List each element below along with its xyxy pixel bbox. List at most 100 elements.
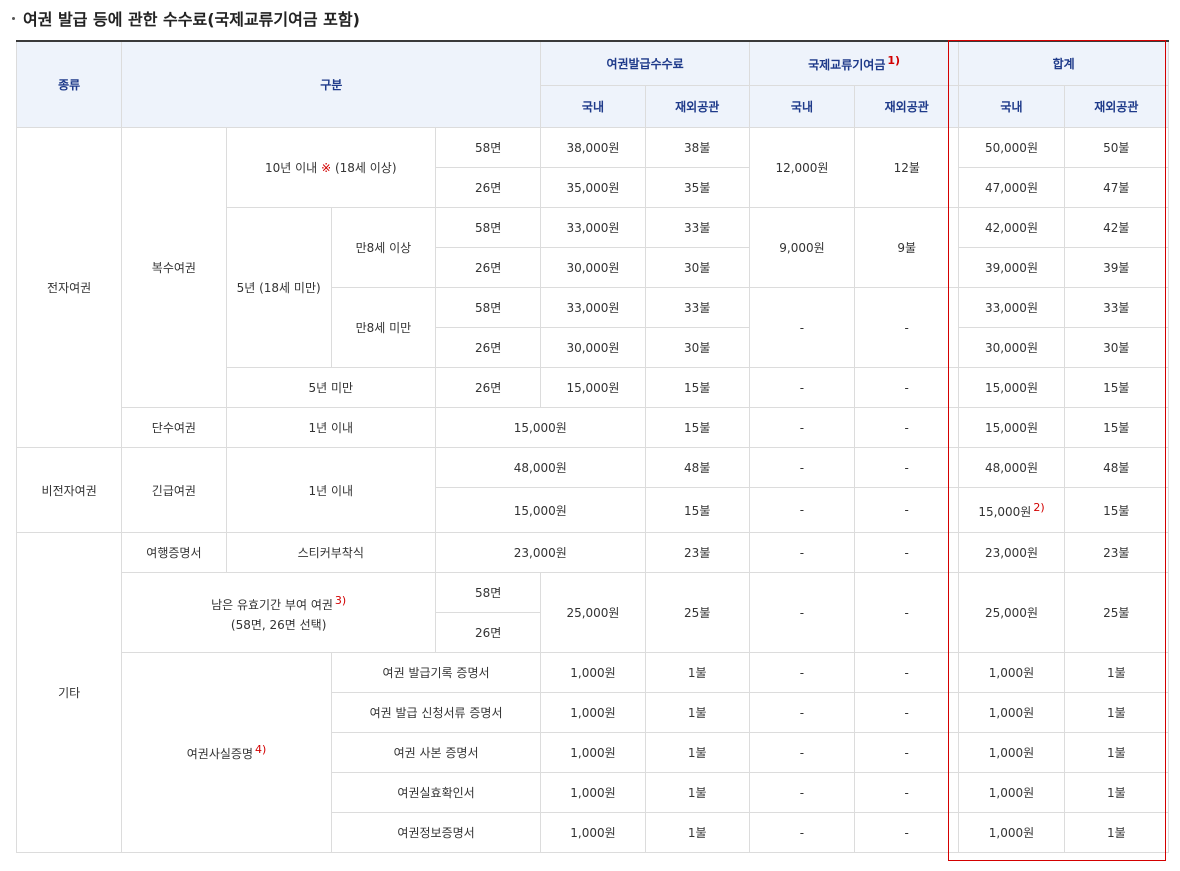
con-domestic: - bbox=[748, 732, 856, 773]
header-tot-domestic: 국내 bbox=[958, 85, 1065, 128]
fee-overseas: 15불 bbox=[644, 487, 750, 533]
fee-overseas: 33불 bbox=[644, 287, 750, 328]
group-over8: 만8세 이상 bbox=[330, 207, 437, 288]
fee-domestic: 38,000원 bbox=[540, 127, 646, 168]
tot-overseas: 23불 bbox=[1063, 532, 1170, 573]
tot-domestic: 15,000원 bbox=[958, 367, 1065, 408]
tot-overseas: 48불 bbox=[1063, 447, 1170, 488]
con-domestic: - bbox=[748, 772, 856, 813]
tot-domestic: 1,000원 bbox=[958, 652, 1065, 693]
fee-domestic: 1,000원 bbox=[540, 812, 646, 853]
con-overseas: - bbox=[854, 532, 960, 573]
group-travel-cert: 여행증명서 bbox=[121, 532, 227, 573]
page-title: 여권 발급 등에 관한 수수료(국제교류기여금 포함) bbox=[12, 6, 360, 30]
tot-domestic: 1,000원 bbox=[958, 732, 1065, 773]
fee-domestic: 1,000원 bbox=[540, 652, 646, 693]
tot-overseas: 1불 bbox=[1063, 772, 1170, 813]
tot-overseas: 42불 bbox=[1063, 207, 1170, 248]
header-fee-domestic: 국내 bbox=[540, 85, 646, 128]
fee-overseas: 1불 bbox=[644, 772, 750, 813]
pages-cell: 58면 bbox=[435, 207, 542, 248]
header-con-overseas: 재외공관 bbox=[854, 85, 960, 128]
proof-label: 여권 사본 증명서 bbox=[330, 732, 542, 773]
table-row: 여권사실증명 4) 여권 발급기록 증명서 1,000원 1불 - - 1,000… bbox=[17, 652, 1170, 853]
group-sticker: 스티커부착식 bbox=[225, 532, 437, 573]
footnote-3: 3) bbox=[334, 593, 347, 607]
tot-domestic: 42,000원 bbox=[958, 207, 1065, 248]
con-overseas: - bbox=[854, 732, 960, 773]
tot-domestic: 1,000원 bbox=[958, 812, 1065, 853]
fee-overseas: 23불 bbox=[644, 532, 750, 573]
tot-overseas: 1불 bbox=[1063, 692, 1170, 733]
header-contribution: 국제교류기여금 1) bbox=[748, 40, 960, 86]
fee-table: 종류 구분 여권발급수수료 국제교류기여금 1) 합계 국내 재외공관 국내 재외… bbox=[15, 40, 1170, 853]
fee-overseas: 1불 bbox=[644, 812, 750, 853]
table-row: 남은 유효기간 부여 여권 3) (58면, 26면 선택) 58면 25,000… bbox=[17, 572, 1170, 653]
footnote-1: 1) bbox=[887, 54, 901, 67]
con-domestic: - bbox=[748, 572, 856, 653]
con-domestic: - bbox=[748, 532, 856, 573]
fee-domestic: 35,000원 bbox=[540, 167, 646, 208]
fee-overseas: 1불 bbox=[644, 732, 750, 773]
proof-label: 여권실효확인서 bbox=[330, 772, 542, 813]
group-non-electronic: 비전자여권 bbox=[15, 447, 123, 533]
tot-domestic: 48,000원 bbox=[958, 447, 1065, 488]
pages-cell: 58면 bbox=[435, 287, 542, 328]
fee-domestic: 33,000원 bbox=[540, 207, 646, 248]
fee-domestic: 30,000원 bbox=[540, 247, 646, 288]
group-proof: 여권사실증명 4) bbox=[121, 652, 332, 853]
tot-overseas: 25불 bbox=[1063, 572, 1170, 653]
footnote-2: 2) bbox=[1033, 500, 1045, 514]
pages-cell: 26면 bbox=[435, 367, 542, 408]
tot-domestic: 1,000원 bbox=[958, 692, 1065, 733]
tot-domestic: 25,000원 bbox=[958, 572, 1065, 653]
group-ten-years: 10년 이내 ※ (18세 이상) bbox=[225, 127, 437, 208]
header-issue-fee: 여권발급수수료 bbox=[540, 40, 750, 86]
fee-domestic: 25,000원 bbox=[540, 572, 646, 653]
fee-domestic: 33,000원 bbox=[540, 287, 646, 328]
header-kind: 종류 bbox=[15, 40, 123, 128]
group-remaining: 남은 유효기간 부여 여권 3) (58면, 26면 선택) bbox=[121, 572, 437, 653]
pages-cell: 26면 bbox=[435, 612, 542, 653]
con-overseas: - bbox=[854, 367, 960, 408]
tot-overseas: 33불 bbox=[1063, 287, 1170, 328]
fee-domestic: 1,000원 bbox=[540, 772, 646, 813]
group-other: 기타 bbox=[15, 532, 123, 853]
header-tot-overseas: 재외공관 bbox=[1063, 85, 1170, 128]
con-overseas: - bbox=[854, 652, 960, 693]
con-overseas: - bbox=[854, 812, 960, 853]
group-emergency: 긴급여권 bbox=[121, 447, 227, 533]
con-domestic: - bbox=[748, 367, 856, 408]
fee-overseas: 30불 bbox=[644, 327, 750, 368]
con-overseas: - bbox=[854, 692, 960, 733]
header-con-domestic: 국내 bbox=[748, 85, 856, 128]
tot-domestic: 15,000원 bbox=[958, 407, 1065, 448]
fee-overseas: 33불 bbox=[644, 207, 750, 248]
con-domestic: - bbox=[748, 287, 856, 368]
tot-overseas: 15불 bbox=[1063, 367, 1170, 408]
con-domestic: - bbox=[748, 692, 856, 733]
tot-overseas: 15불 bbox=[1063, 487, 1170, 533]
con-overseas: - bbox=[854, 487, 960, 533]
fee-domestic: 15,000원 bbox=[435, 407, 646, 448]
header-category: 구분 bbox=[121, 40, 542, 128]
tot-overseas: 30불 bbox=[1063, 327, 1170, 368]
con-domestic: - bbox=[748, 447, 856, 488]
table-row: 전자여권 복수여권 10년 이내 ※ (18세 이상) 58면 38,000원 … bbox=[15, 127, 1170, 448]
con-overseas: - bbox=[854, 407, 960, 448]
con-overseas: 9불 bbox=[854, 207, 960, 288]
group-under5: 5년 미만 bbox=[225, 367, 437, 408]
pages-cell: 58면 bbox=[435, 127, 542, 168]
group-multiple: 복수여권 bbox=[121, 127, 227, 408]
table-row: 단수여권 1년 이내 15,000원 15불 - - 15,000원 15불 bbox=[17, 407, 1170, 448]
tot-domestic: 30,000원 bbox=[958, 327, 1065, 368]
group-single: 단수여권 bbox=[121, 407, 227, 448]
header-total: 합계 bbox=[958, 40, 1169, 86]
fee-overseas: 1불 bbox=[644, 652, 750, 693]
tot-overseas: 1불 bbox=[1063, 812, 1170, 853]
fee-overseas: 38불 bbox=[644, 127, 750, 168]
fee-domestic: 23,000원 bbox=[435, 532, 646, 573]
pages-cell: 26면 bbox=[435, 167, 542, 208]
fee-overseas: 48불 bbox=[644, 447, 750, 488]
con-overseas: - bbox=[854, 287, 960, 368]
